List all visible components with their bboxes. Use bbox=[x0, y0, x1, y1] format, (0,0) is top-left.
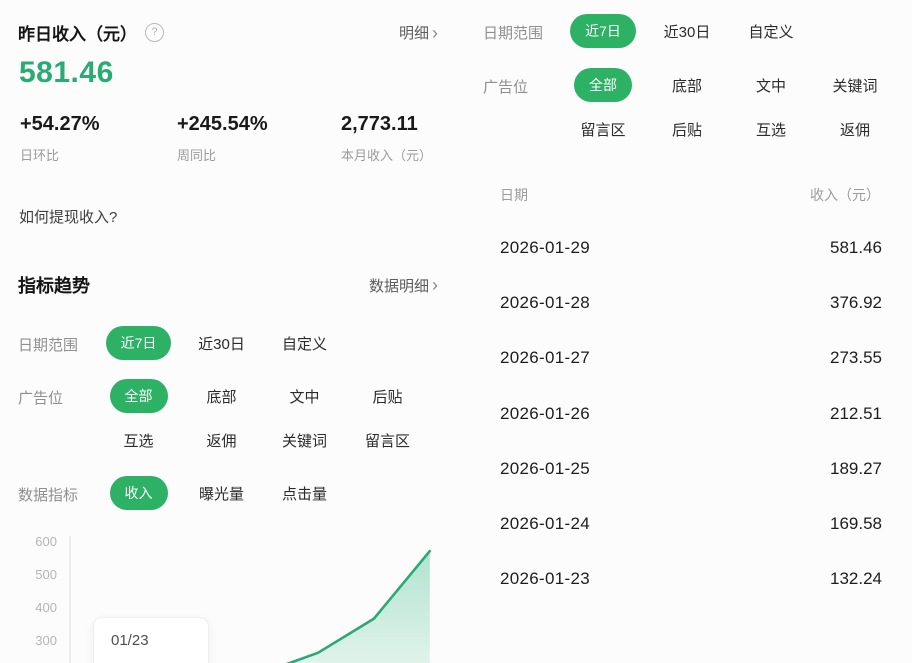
filter-option-postroll[interactable]: 后贴 bbox=[672, 119, 702, 140]
filter-option-last7days-selected[interactable]: 近7日 bbox=[106, 326, 172, 360]
stat-day-over-day: +54.27% 日环比 bbox=[20, 113, 100, 164]
filter-option-last7days-selected[interactable]: 近7日 bbox=[570, 14, 636, 48]
filter-option-custom[interactable]: 自定义 bbox=[282, 333, 327, 354]
chart-tooltip: 01/23 132.24 bbox=[93, 617, 209, 663]
chevron-right-icon: › bbox=[432, 24, 438, 42]
row-income: 376.92 bbox=[830, 293, 882, 313]
filter-option-keyword[interactable]: 关键词 bbox=[282, 430, 327, 451]
y-tick-300: 300 bbox=[17, 633, 57, 648]
stat-week-over-week: +245.54% 周同比 bbox=[177, 113, 268, 164]
table-row: 2026-01-23 132.24 bbox=[500, 552, 882, 607]
table-header: 日期 收入（元） bbox=[500, 185, 880, 205]
trend-section-header: 指标趋势 数据明细 › bbox=[18, 272, 438, 298]
row-date: 2026-01-29 bbox=[500, 238, 590, 258]
filter-option-comments[interactable]: 留言区 bbox=[580, 119, 625, 140]
income-table: 2026-01-29 581.46 2026-01-28 376.92 2026… bbox=[500, 220, 882, 607]
income-card-header: 昨日收入（元） ? 明细 › bbox=[18, 20, 438, 45]
row-date: 2026-01-26 bbox=[500, 404, 590, 424]
row-income: 273.55 bbox=[830, 348, 882, 368]
filter-option-keyword[interactable]: 关键词 bbox=[832, 75, 877, 96]
filter-options: 近7日 近30日 自定义 bbox=[97, 327, 437, 359]
ad-revenue-dashboard: 昨日收入（元） ? 明细 › 581.46 +54.27% 日环比 +245.5… bbox=[0, 0, 912, 663]
filter-option-clicks[interactable]: 点击量 bbox=[282, 483, 327, 504]
trend-section-title: 指标趋势 bbox=[18, 272, 90, 298]
filter-row-date-range: 日期范围 近7日 近30日 自定义 bbox=[483, 15, 908, 47]
row-date: 2026-01-28 bbox=[500, 293, 590, 313]
income-detail-link[interactable]: 明细 › bbox=[399, 22, 438, 43]
row-income: 169.58 bbox=[830, 514, 882, 534]
stat-label: 日环比 bbox=[20, 145, 100, 164]
filter-option-all-selected[interactable]: 全部 bbox=[574, 68, 632, 102]
filter-options: 全部 底部 文中 关键词 留言区 后贴 互选 返佣 bbox=[561, 69, 905, 145]
stat-label: 周同比 bbox=[177, 145, 268, 164]
filter-option-custom[interactable]: 自定义 bbox=[748, 21, 793, 42]
stat-value: 2,773.11 bbox=[341, 113, 432, 136]
stat-value: +54.27% bbox=[20, 113, 100, 136]
chevron-right-icon: › bbox=[432, 276, 438, 294]
y-tick-500: 500 bbox=[17, 567, 57, 582]
filter-option-intext[interactable]: 文中 bbox=[756, 75, 786, 96]
y-tick-400: 400 bbox=[17, 600, 57, 615]
filter-label: 日期范围 bbox=[483, 15, 561, 47]
stat-value: +245.54% bbox=[177, 113, 268, 136]
filter-label: 广告位 bbox=[483, 69, 561, 145]
yesterday-income-value: 581.46 bbox=[19, 56, 114, 90]
filter-options: 近7日 近30日 自定义 bbox=[561, 15, 905, 47]
table-row: 2026-01-27 273.55 bbox=[500, 331, 882, 386]
left-filter-group: 日期范围 近7日 近30日 自定义 广告位 全部 底部 文中 后贴 互选 返佣 … bbox=[18, 327, 448, 530]
trend-chart-svg bbox=[0, 530, 455, 663]
filter-row-metric: 数据指标 收入 曝光量 点击量 bbox=[18, 477, 448, 509]
filter-options: 全部 底部 文中 后贴 互选 返佣 关键词 留言区 bbox=[97, 380, 437, 456]
table-row: 2026-01-29 581.46 bbox=[500, 220, 882, 275]
question-circle-icon[interactable]: ? bbox=[145, 23, 164, 42]
filter-row-date-range: 日期范围 近7日 近30日 自定义 bbox=[18, 327, 448, 359]
filter-options: 收入 曝光量 点击量 bbox=[97, 477, 437, 509]
row-income: 189.27 bbox=[830, 459, 882, 479]
filter-option-bottom[interactable]: 底部 bbox=[206, 386, 236, 407]
table-row: 2026-01-26 212.51 bbox=[500, 386, 882, 441]
table-row: 2026-01-24 169.58 bbox=[500, 496, 882, 551]
right-filter-group: 日期范围 近7日 近30日 自定义 广告位 全部 底部 文中 关键词 留言区 后… bbox=[483, 15, 908, 167]
income-detail-label: 明细 bbox=[399, 22, 429, 43]
table-row: 2026-01-25 189.27 bbox=[500, 441, 882, 496]
filter-option-mutual[interactable]: 互选 bbox=[756, 119, 786, 140]
filter-option-mutual[interactable]: 互选 bbox=[123, 430, 153, 451]
row-income: 212.51 bbox=[830, 404, 882, 424]
how-to-withdraw-link[interactable]: 如何提现收入? bbox=[19, 206, 117, 227]
data-detail-label: 数据明细 bbox=[369, 275, 429, 296]
filter-option-rebate[interactable]: 返佣 bbox=[840, 119, 870, 140]
filter-row-ad-slot: 广告位 全部 底部 文中 关键词 留言区 后贴 互选 返佣 bbox=[483, 69, 908, 145]
row-date: 2026-01-24 bbox=[500, 514, 590, 534]
filter-option-rebate[interactable]: 返佣 bbox=[206, 430, 236, 451]
row-date: 2026-01-27 bbox=[500, 348, 590, 368]
filter-option-intext[interactable]: 文中 bbox=[289, 386, 319, 407]
data-detail-link[interactable]: 数据明细 › bbox=[369, 275, 438, 296]
row-income: 132.24 bbox=[830, 569, 882, 589]
row-date: 2026-01-25 bbox=[500, 459, 590, 479]
stat-label: 本月收入（元） bbox=[341, 145, 432, 164]
income-card-title: 昨日收入（元） bbox=[18, 20, 137, 45]
filter-label: 数据指标 bbox=[18, 477, 97, 509]
table-header-income: 收入（元） bbox=[810, 185, 880, 205]
filter-label: 日期范围 bbox=[18, 327, 97, 359]
filter-option-last30days[interactable]: 近30日 bbox=[198, 333, 245, 354]
y-tick-600: 600 bbox=[17, 534, 57, 549]
table-row: 2026-01-28 376.92 bbox=[500, 275, 882, 330]
row-date: 2026-01-23 bbox=[500, 569, 590, 589]
trend-chart[interactable] bbox=[0, 530, 455, 663]
tooltip-date: 01/23 bbox=[111, 632, 208, 649]
filter-option-comments[interactable]: 留言区 bbox=[365, 430, 410, 451]
filter-label: 广告位 bbox=[18, 380, 97, 456]
filter-option-last30days[interactable]: 近30日 bbox=[664, 21, 711, 42]
filter-option-income-selected[interactable]: 收入 bbox=[110, 476, 168, 510]
table-header-date: 日期 bbox=[500, 185, 528, 205]
filter-option-postroll[interactable]: 后贴 bbox=[372, 386, 402, 407]
filter-option-all-selected[interactable]: 全部 bbox=[110, 379, 168, 413]
stat-month-income: 2,773.11 本月收入（元） bbox=[341, 113, 432, 164]
filter-option-bottom[interactable]: 底部 bbox=[672, 75, 702, 96]
row-income: 581.46 bbox=[830, 238, 882, 258]
filter-row-ad-slot: 广告位 全部 底部 文中 后贴 互选 返佣 关键词 留言区 bbox=[18, 380, 448, 456]
filter-option-impressions[interactable]: 曝光量 bbox=[199, 483, 244, 504]
